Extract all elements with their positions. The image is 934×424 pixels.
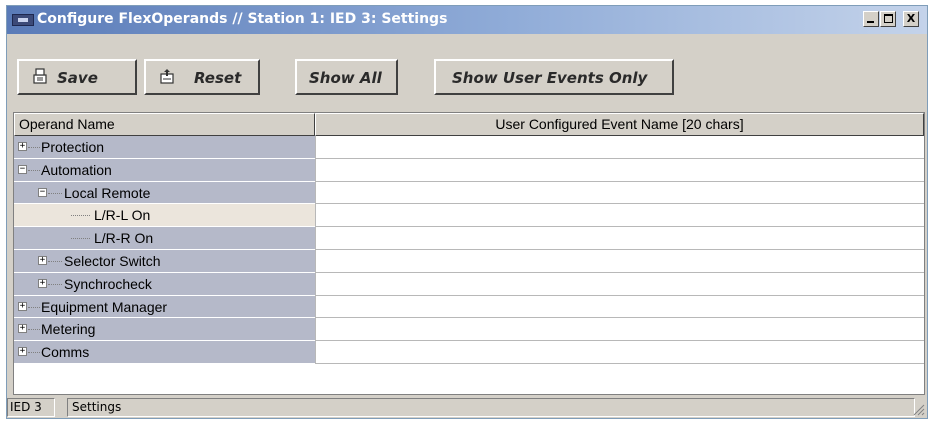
expand-icon[interactable]: + bbox=[18, 324, 27, 334]
operand-label: L/R-R On bbox=[94, 230, 154, 247]
app-window: Configure FlexOperands // Station 1: IED… bbox=[6, 5, 928, 419]
expand-icon[interactable]: + bbox=[18, 301, 27, 311]
window-icon bbox=[12, 14, 34, 26]
minimize-button[interactable] bbox=[863, 11, 879, 27]
event-name-cell[interactable] bbox=[315, 158, 924, 182]
close-button[interactable]: X bbox=[903, 11, 919, 27]
expand-icon[interactable]: + bbox=[18, 142, 27, 151]
event-name-cell[interactable] bbox=[315, 181, 924, 205]
expand-icon[interactable]: + bbox=[18, 347, 27, 357]
save-icon bbox=[33, 68, 47, 84]
tree-row-automation[interactable]: − Automation bbox=[14, 158, 924, 182]
tree-row-lr-r-on[interactable]: L/R-R On bbox=[14, 227, 924, 250]
expand-icon[interactable]: + bbox=[38, 278, 47, 288]
reset-label: Reset bbox=[194, 69, 242, 87]
event-name-cell[interactable] bbox=[315, 249, 924, 273]
operand-label: Selector Switch bbox=[64, 252, 161, 269]
show-user-events-label: Show User Events Only bbox=[452, 69, 648, 87]
column-header-operand-name[interactable]: Operand Name bbox=[14, 113, 315, 136]
show-user-events-button[interactable]: Show User Events Only bbox=[434, 59, 674, 95]
column-header-event-name[interactable]: User Configured Event Name [20 chars] bbox=[315, 113, 924, 136]
close-icon: X bbox=[906, 12, 916, 25]
tree-row-synchrocheck[interactable]: + Synchrocheck bbox=[14, 272, 924, 296]
event-name-cell[interactable] bbox=[315, 227, 924, 250]
window-title: Configure FlexOperands // Station 1: IED… bbox=[37, 11, 448, 27]
show-all-label: Show All bbox=[309, 69, 382, 87]
reset-icon bbox=[160, 69, 174, 84]
tree-row-protection[interactable]: + Protection bbox=[14, 136, 924, 159]
maximize-icon bbox=[884, 14, 893, 23]
event-name-cell[interactable] bbox=[315, 341, 924, 364]
reset-button[interactable]: Reset bbox=[144, 59, 260, 95]
operand-label: Comms bbox=[41, 344, 90, 361]
tree-row-equipment-manager[interactable]: + Equipment Manager bbox=[14, 295, 924, 319]
resize-grip-icon[interactable] bbox=[911, 402, 925, 416]
event-name-cell[interactable] bbox=[315, 272, 924, 296]
operand-label: Automation bbox=[41, 161, 112, 178]
operand-label: Local Remote bbox=[64, 184, 151, 201]
show-all-button[interactable]: Show All bbox=[295, 59, 398, 95]
status-device: IED 3 bbox=[7, 398, 55, 417]
tree-row-metering[interactable]: + Metering bbox=[14, 318, 924, 342]
operand-label: L/R-L On bbox=[94, 207, 151, 224]
tree-rows: + Protection − Automation − Local Remote… bbox=[14, 136, 924, 364]
minimize-icon bbox=[867, 21, 874, 23]
title-bar[interactable]: Configure FlexOperands // Station 1: IED… bbox=[7, 6, 927, 34]
tree-row-selector-switch[interactable]: + Selector Switch bbox=[14, 249, 924, 273]
operand-label: Metering bbox=[41, 321, 96, 338]
save-button[interactable]: Save bbox=[17, 59, 137, 95]
tree-row-local-remote[interactable]: − Local Remote bbox=[14, 181, 924, 205]
collapse-icon[interactable]: − bbox=[18, 164, 27, 174]
operand-grid: Operand Name User Configured Event Name … bbox=[13, 112, 925, 395]
status-bar: IED 3 Settings bbox=[7, 396, 927, 418]
status-section: Settings bbox=[67, 398, 915, 417]
event-name-cell[interactable] bbox=[315, 295, 924, 319]
maximize-button[interactable] bbox=[880, 11, 896, 27]
toolbar: Save Reset Show All Show User Events Onl… bbox=[7, 36, 927, 112]
save-label: Save bbox=[57, 69, 98, 87]
collapse-icon[interactable]: − bbox=[38, 187, 47, 197]
tree-row-comms[interactable]: + Comms bbox=[14, 341, 924, 364]
tree-row-lr-l-on[interactable]: L/R-L On bbox=[14, 204, 924, 228]
operand-label: Equipment Manager bbox=[41, 298, 168, 315]
operand-label: Protection bbox=[41, 139, 105, 155]
operand-label: Synchrocheck bbox=[64, 275, 152, 292]
event-name-cell[interactable] bbox=[315, 318, 924, 342]
expand-icon[interactable]: + bbox=[38, 255, 47, 265]
event-name-cell[interactable] bbox=[315, 204, 924, 228]
event-name-cell[interactable] bbox=[315, 136, 924, 159]
